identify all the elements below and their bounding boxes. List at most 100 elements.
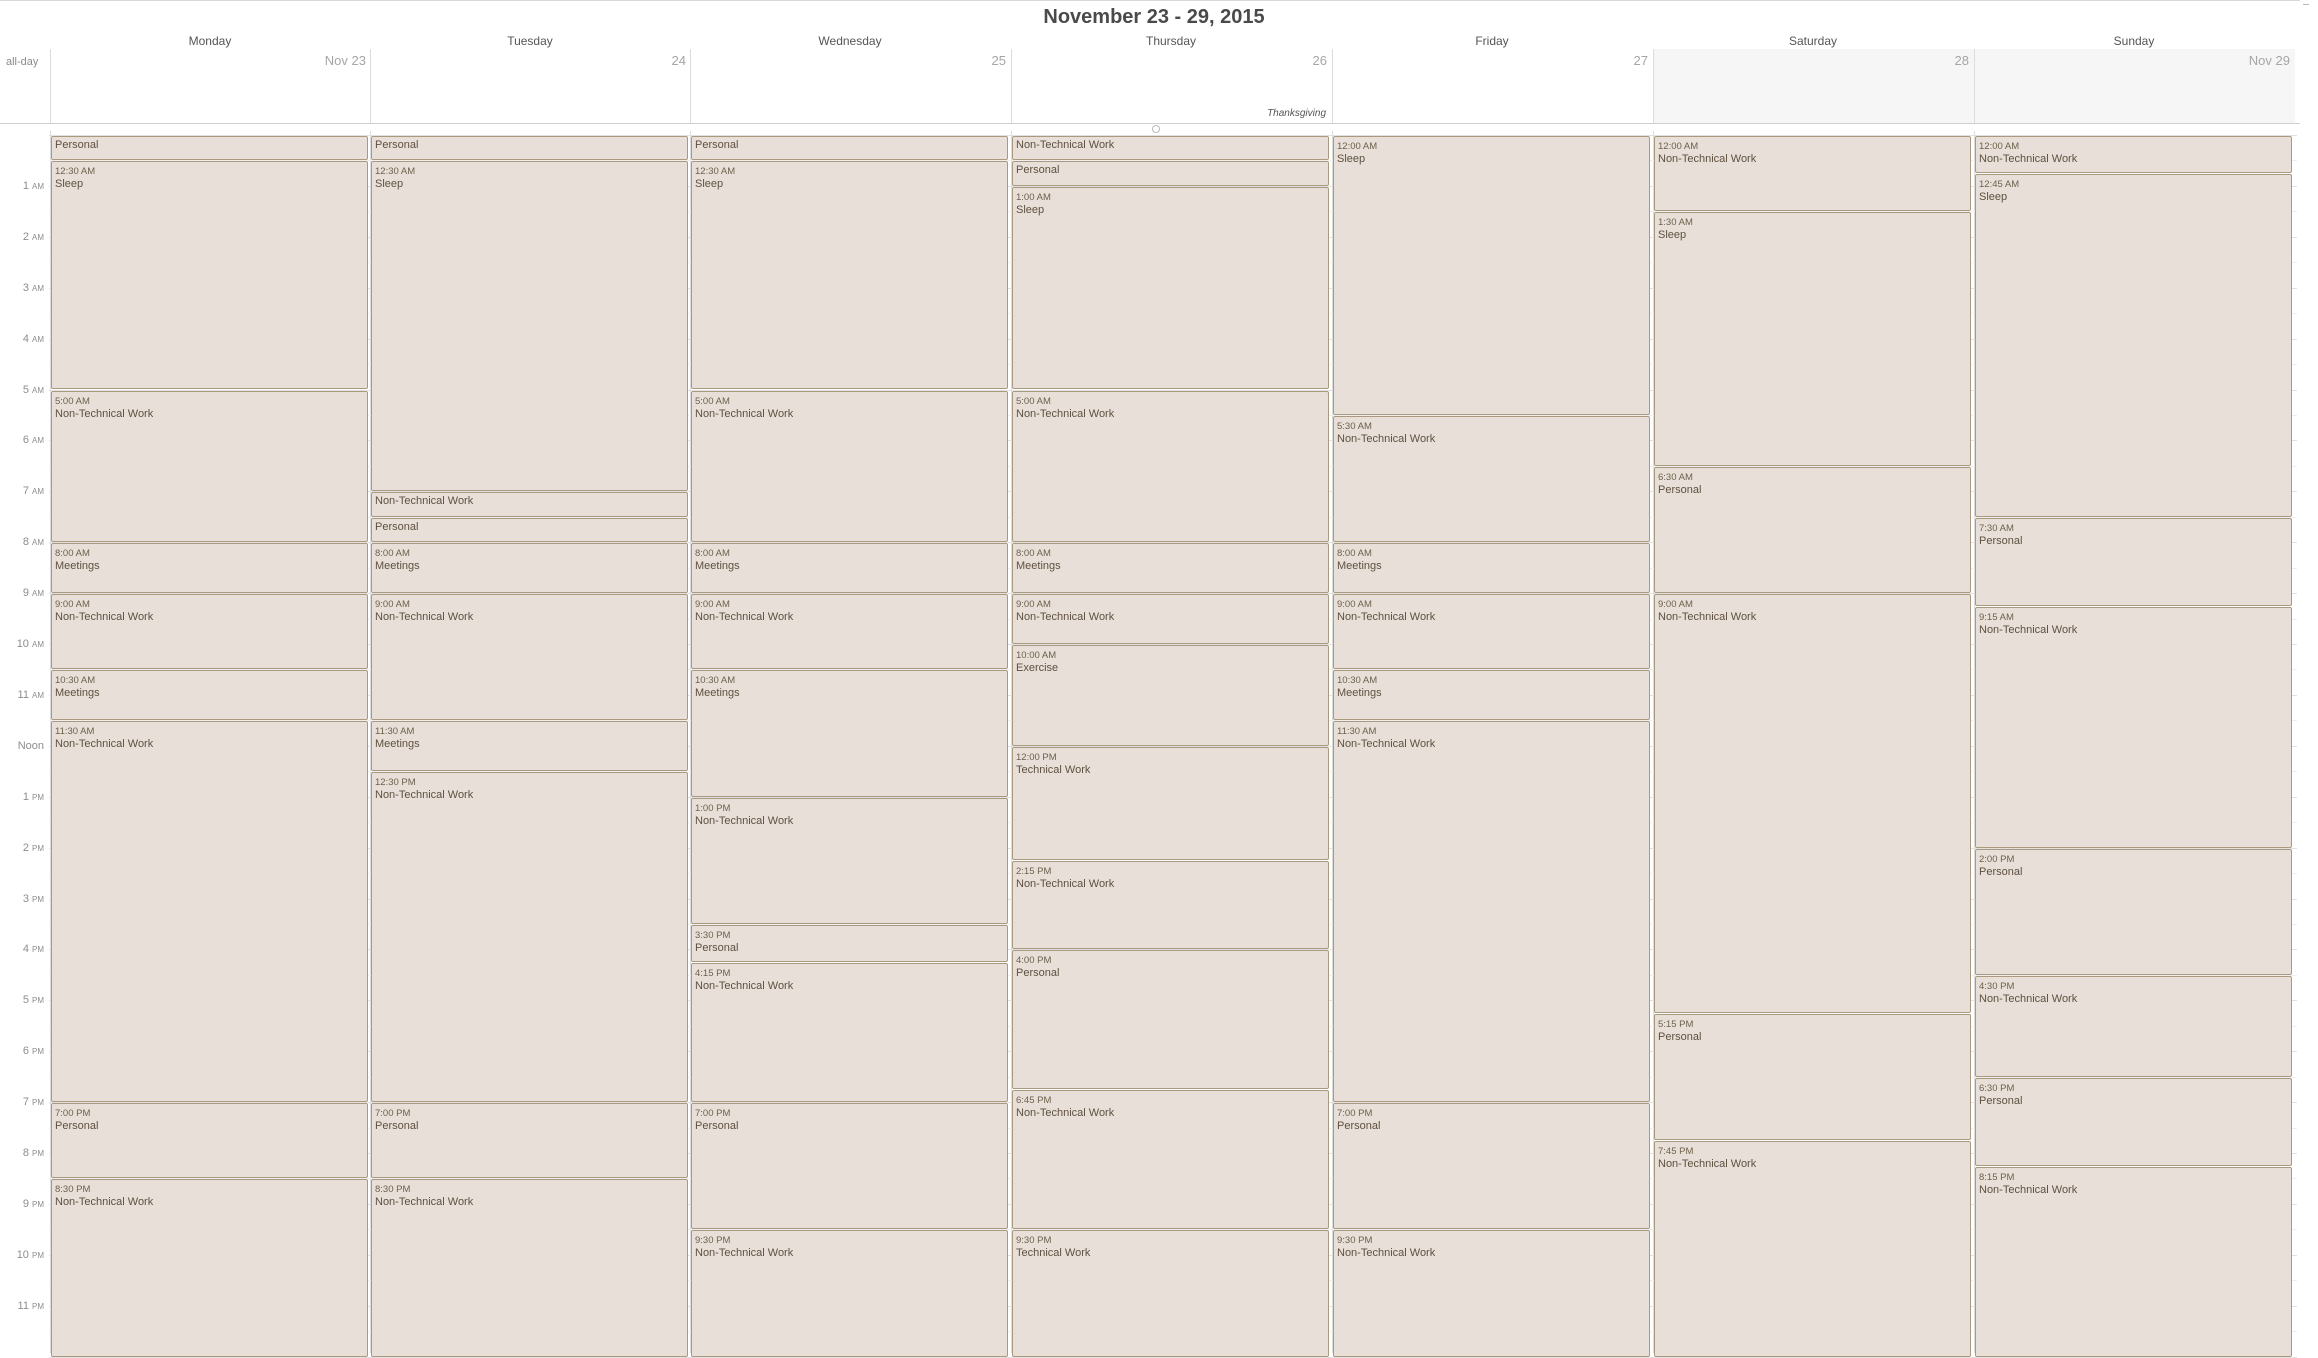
event-title: Non-Technical Work xyxy=(1337,611,1436,624)
calendar-event[interactable]: 4:30 PM Non-Technical Work xyxy=(1975,975,2292,1077)
event-time: 9:00 AM xyxy=(1337,599,1372,611)
hour-meridiem: PM xyxy=(32,1301,44,1311)
calendar-event[interactable]: 7:00 PM Personal xyxy=(691,1103,1008,1230)
all-day-cell[interactable]: 25 xyxy=(690,49,1011,123)
calendar-event[interactable]: 9:30 PM Technical Work xyxy=(1012,1230,1329,1357)
all-day-cell[interactable]: Nov 23 xyxy=(50,49,371,123)
event-time: 5:00 AM xyxy=(1016,395,1051,407)
event-title: Personal xyxy=(55,139,99,151)
calendar-event[interactable]: 1:30 AM Sleep xyxy=(1654,212,1971,466)
calendar-event[interactable]: 9:15 AM Non-Technical Work xyxy=(1975,606,2292,848)
calendar-event[interactable]: 7:00 PM Personal xyxy=(371,1103,688,1179)
vertical-scrollbar[interactable] xyxy=(2300,0,2318,1353)
calendar-event[interactable]: 8:00 AM Meetings xyxy=(1012,543,1329,594)
calendar-event[interactable]: 10:30 AM Meetings xyxy=(691,670,1008,797)
calendar-event[interactable]: 12:00 PM Technical Work xyxy=(1012,746,1329,861)
calendar-event[interactable]: 10:30 AM Meetings xyxy=(51,670,368,721)
calendar-event[interactable]: 6:45 PM Non-Technical Work xyxy=(1012,1090,1329,1230)
calendar-event[interactable]: 8:15 PM Non-Technical Work xyxy=(1975,1166,2292,1357)
calendar-event[interactable]: 11:30 AM Non-Technical Work xyxy=(51,721,368,1103)
calendar-event[interactable]: Non-Technical Work xyxy=(1012,136,1329,161)
calendar-event[interactable]: 12:45 AM Sleep xyxy=(1975,174,2292,517)
calendar-event[interactable]: 4:15 PM Non-Technical Work xyxy=(691,963,1008,1103)
calendar-event[interactable]: 12:30 AM Sleep xyxy=(691,161,1008,390)
calendar-event[interactable]: 9:00 AM Non-Technical Work xyxy=(51,594,368,670)
calendar-event[interactable]: 7:45 PM Non-Technical Work xyxy=(1654,1141,1971,1357)
event-title: Non-Technical Work xyxy=(1016,878,1115,891)
calendar-event[interactable]: 12:30 AM Sleep xyxy=(51,161,368,390)
event-title: Non-Technical Work xyxy=(695,814,794,827)
calendar-event[interactable]: 9:30 PM Non-Technical Work xyxy=(691,1230,1008,1357)
calendar-event[interactable]: 10:00 AM Exercise xyxy=(1012,645,1329,746)
calendar-event[interactable]: 9:00 AM Non-Technical Work xyxy=(1012,594,1329,644)
event-time: 9:15 AM xyxy=(1979,611,2014,623)
calendar-event[interactable]: 10:30 AM Meetings xyxy=(1333,670,1650,721)
calendar-event[interactable]: 5:00 AM Non-Technical Work xyxy=(1012,390,1329,543)
calendar-event[interactable]: 3:30 PM Personal xyxy=(691,924,1008,963)
calendar-event[interactable]: 12:00 AM Non-Technical Work xyxy=(1654,136,1971,212)
hour-number: 8 xyxy=(22,536,29,549)
calendar-event[interactable]: 12:30 PM Non-Technical Work xyxy=(371,772,688,1103)
calendar-event[interactable]: 12:00 AM Non-Technical Work xyxy=(1975,136,2292,174)
calendar-event[interactable]: 4:00 PM Personal xyxy=(1012,950,1329,1090)
event-title: Non-Technical Work xyxy=(375,611,474,624)
calendar-event[interactable]: 7:00 PM Personal xyxy=(1333,1103,1650,1230)
calendar-event[interactable]: 5:00 AM Non-Technical Work xyxy=(51,390,368,543)
event-time: 12:00 AM xyxy=(1337,141,1378,152)
calendar-event[interactable]: 1:00 PM Non-Technical Work xyxy=(691,797,1008,924)
calendar-event[interactable]: 12:00 AM Sleep xyxy=(1333,136,1650,415)
calendar-event[interactable]: Non-Technical Work xyxy=(371,492,688,517)
calendar-event[interactable]: 1:00 AM Sleep xyxy=(1012,186,1329,390)
calendar-event[interactable]: 7:30 AM Personal xyxy=(1975,517,2292,606)
calendar-event[interactable]: 11:30 AM Meetings xyxy=(371,721,688,772)
calendar-event[interactable]: 11:30 AM Non-Technical Work xyxy=(1333,721,1650,1103)
calendar-event[interactable]: 9:30 PM Non-Technical Work xyxy=(1333,1230,1650,1357)
event-title: Sleep xyxy=(375,178,404,191)
calendar-event[interactable]: 5:15 PM Personal xyxy=(1654,1014,1971,1141)
scrollbar-thumb[interactable] xyxy=(2303,4,2309,45)
all-day-cell[interactable]: 26 Thanksgiving xyxy=(1011,49,1332,123)
week-grid[interactable]: 1 AM 2 AM 3 AM 4 AM 5 AM 6 AM 7 AM 8 AM 9 AM 10 A… xyxy=(0,131,2300,1358)
calendar-event[interactable]: 12:30 AM Sleep xyxy=(371,161,688,492)
calendar-event[interactable]: 8:00 AM Meetings xyxy=(371,543,688,594)
calendar-event[interactable]: 6:30 AM Personal xyxy=(1654,466,1971,594)
hour-number: 3 xyxy=(22,281,29,294)
calendar-event[interactable]: 8:30 PM Non-Technical Work xyxy=(371,1179,688,1357)
calendar-event[interactable]: 5:30 AM Non-Technical Work xyxy=(1333,415,1650,543)
calendar-event[interactable]: 8:00 AM Meetings xyxy=(51,543,368,594)
calendar-event[interactable]: 5:00 AM Non-Technical Work xyxy=(691,390,1008,543)
hour-number: 9 xyxy=(22,1197,29,1210)
calendar-event[interactable]: 8:00 AM Meetings xyxy=(1333,543,1650,594)
calendar-event[interactable]: 6:30 PM Personal xyxy=(1975,1077,2292,1166)
event-title: Personal xyxy=(695,139,739,151)
event-time: 8:00 AM xyxy=(55,548,90,560)
calendar-event[interactable]: 2:00 PM Personal xyxy=(1975,848,2292,975)
calendar-event[interactable]: 7:00 PM Personal xyxy=(51,1103,368,1179)
all-day-cell[interactable]: 28 xyxy=(1653,49,1974,123)
calendar-event[interactable]: Personal xyxy=(1012,161,1329,186)
calendar-event[interactable]: 9:00 AM Non-Technical Work xyxy=(1654,594,1971,1014)
event-time: 4:00 PM xyxy=(1016,955,1052,967)
all-day-cell[interactable]: 24 xyxy=(370,49,691,123)
calendar-event[interactable]: 9:00 AM Non-Technical Work xyxy=(371,594,688,721)
hour-meridiem: PM xyxy=(32,1149,44,1158)
calendar-event[interactable]: 9:00 AM Non-Technical Work xyxy=(1333,594,1650,670)
hour-label: 10 AM xyxy=(0,638,44,650)
calendar-event[interactable]: Personal xyxy=(691,136,1008,161)
all-day-cell[interactable]: Nov 29 xyxy=(1974,49,2295,123)
event-time: 7:00 PM xyxy=(375,1108,411,1120)
calendar-event[interactable]: 9:00 AM Non-Technical Work xyxy=(691,594,1008,670)
day-name: Tuesday xyxy=(507,34,553,48)
calendar-event[interactable]: 8:30 PM Non-Technical Work xyxy=(51,1179,368,1357)
event-title: Non-Technical Work xyxy=(695,407,794,420)
hour-label: 4 AM xyxy=(0,333,44,345)
calendar-event[interactable]: Personal xyxy=(51,136,368,161)
calendar-event[interactable]: 8:00 AM Meetings xyxy=(691,543,1008,594)
calendar-event[interactable]: Personal xyxy=(371,517,688,543)
hour-label: 6 PM xyxy=(0,1045,44,1057)
event-time: 9:00 AM xyxy=(695,599,730,611)
calendar-event[interactable]: Personal xyxy=(371,136,688,161)
calendar-event[interactable]: 2:15 PM Non-Technical Work xyxy=(1012,861,1329,950)
hour-number: 5 xyxy=(22,383,29,396)
all-day-cell[interactable]: 27 xyxy=(1332,49,1653,123)
